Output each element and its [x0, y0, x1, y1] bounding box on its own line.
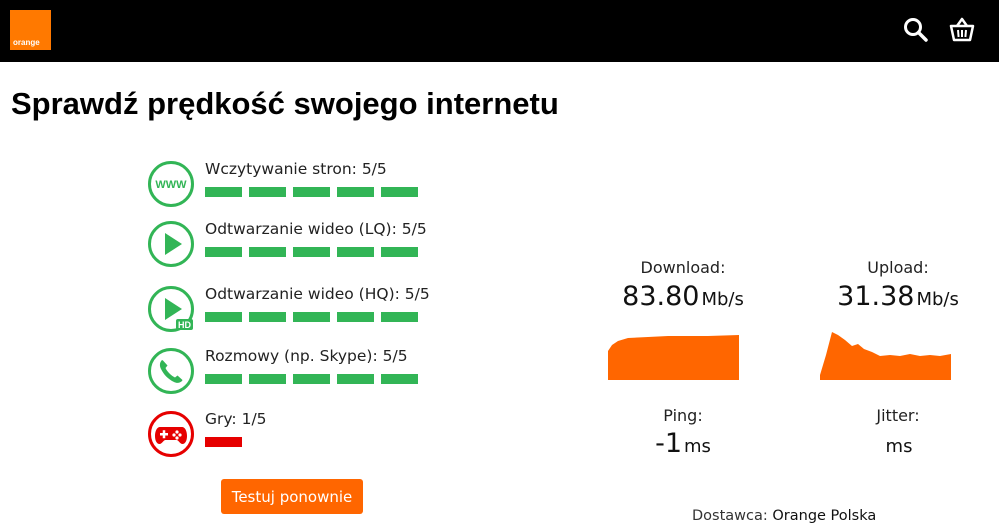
provider-info: Dostawca: Orange Polska: [692, 508, 876, 524]
score-bar: [249, 187, 286, 197]
score-bar: [205, 187, 242, 197]
score-bar: [205, 247, 242, 257]
score-bar: [205, 312, 242, 322]
score-bar: [249, 312, 286, 322]
score-bar: [293, 312, 330, 322]
score-bar: [337, 374, 374, 384]
score-bar: [205, 437, 242, 447]
quality-row-video-hq: HD Odtwarzanie wideo (HQ): 5/5: [147, 285, 437, 337]
upload-value: 31.38 Mb/s: [808, 281, 988, 312]
upload-label: Upload:: [867, 258, 929, 277]
upload-unit: Mb/s: [916, 289, 959, 310]
provider-name: Orange Polska: [772, 508, 877, 524]
play-hd-icon: HD: [148, 286, 194, 332]
score-bar: [337, 247, 374, 257]
score-bar: [337, 312, 374, 322]
page-title: Sprawdź prędkość swojego internetu: [11, 86, 559, 121]
ping-unit: ms: [684, 436, 711, 457]
quality-label: Odtwarzanie wideo (LQ): 5/5: [205, 220, 427, 238]
search-icon[interactable]: [903, 17, 929, 43]
top-navigation-bar: orange Telefon Internet Telewizja Pakiet…: [0, 0, 999, 62]
jitter-label: Jitter:: [876, 406, 920, 425]
jitter-value: ms: [808, 428, 988, 459]
ping-value: -1 ms: [593, 428, 773, 459]
score-bar: [337, 187, 374, 197]
score-bar: [293, 187, 330, 197]
provider-label: Dostawca:: [692, 508, 768, 524]
quality-row-web: WWW Wczytywanie stron: 5/5: [147, 160, 437, 212]
ping-number: -1: [655, 428, 682, 459]
quality-label: Gry: 1/5: [205, 410, 267, 428]
gamepad-icon: [148, 411, 194, 457]
score-bar: [381, 247, 418, 257]
quality-bars: [205, 247, 418, 257]
phone-icon: [148, 348, 194, 394]
quality-row-games: Gry: 1/5: [147, 410, 437, 462]
download-label: Download:: [640, 258, 726, 277]
download-number: 83.80: [622, 281, 700, 312]
nav-telewizja[interactable]: Telewizja: [114, 0, 179, 17]
quality-bars: [205, 437, 242, 447]
download-graph: [608, 335, 739, 380]
www-icon: WWW: [148, 161, 194, 207]
ping-label: Ping:: [663, 406, 703, 425]
logo-text: orange: [13, 38, 40, 47]
nav-obsluga[interactable]: Obsługa: [395, 0, 455, 17]
score-bar: [249, 374, 286, 384]
nav-internet[interactable]: Internet: [56, 0, 110, 17]
svg-text:HD: HD: [178, 320, 191, 330]
jitter-unit: ms: [885, 436, 913, 457]
score-bar: [249, 247, 286, 257]
svg-text:WWW: WWW: [155, 179, 187, 191]
quality-bars: [205, 187, 418, 197]
retry-test-button[interactable]: Testuj ponownie: [221, 479, 363, 514]
quality-label: Odtwarzanie wideo (HQ): 5/5: [205, 285, 430, 303]
basket-icon[interactable]: [949, 17, 975, 43]
upload-graph: [820, 332, 951, 380]
quality-bars: [205, 374, 418, 384]
score-bar: [381, 187, 418, 197]
score-bar: [205, 374, 242, 384]
score-bar: [293, 247, 330, 257]
quality-row-video-lq: Odtwarzanie wideo (LQ): 5/5: [147, 220, 437, 272]
quality-label: Wczytywanie stron: 5/5: [205, 160, 387, 178]
upload-number: 31.38: [837, 281, 915, 312]
orange-logo[interactable]: orange: [10, 10, 51, 50]
nav-pakiety[interactable]: Pakiety: [184, 0, 236, 17]
play-icon: [148, 221, 194, 267]
quality-bars: [205, 312, 418, 322]
score-bar: [381, 374, 418, 384]
nav-telefony-i-urzadzenia[interactable]: Telefony i urządzenia: [240, 0, 390, 17]
score-bar: [381, 312, 418, 322]
download-unit: Mb/s: [701, 289, 744, 310]
quality-label: Rozmowy (np. Skype): 5/5: [205, 347, 408, 365]
download-value: 83.80 Mb/s: [593, 281, 773, 312]
score-bar: [293, 374, 330, 384]
quality-row-calls: Rozmowy (np. Skype): 5/5: [147, 347, 437, 399]
